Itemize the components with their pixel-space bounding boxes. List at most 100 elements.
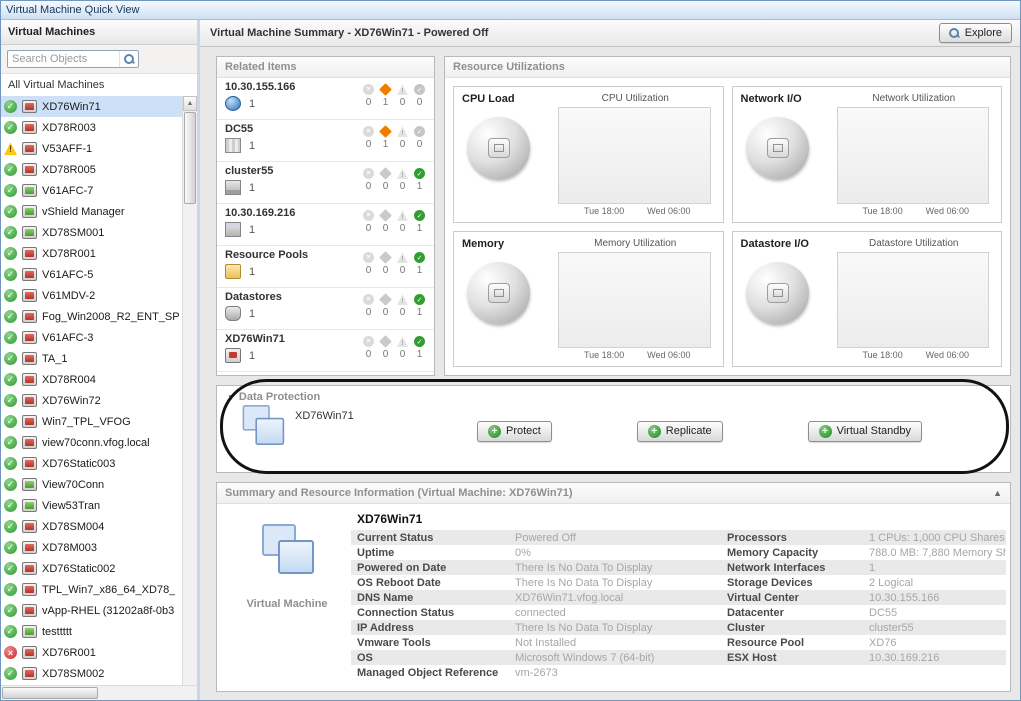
explore-button[interactable]: Explore <box>939 23 1012 43</box>
vm-list-item[interactable]: Win7_TPL_VFOG <box>1 411 182 432</box>
vm-list-item[interactable]: vShield Manager <box>1 201 182 222</box>
chart-plot-area[interactable] <box>837 252 990 349</box>
search-input[interactable] <box>8 53 119 65</box>
vm-list-item[interactable]: XD76Win71 <box>1 96 182 117</box>
related-item[interactable]: cluster55 1 × ! ✓ 0 0 0 1 <box>217 162 434 204</box>
vm-name-label: TPL_Win7_x86_64_XD78_ <box>42 584 175 596</box>
status-normal-icon: ✓ <box>414 252 425 263</box>
protect-button[interactable]: + Protect <box>477 421 552 442</box>
chart-area: Datastore Utilization Tue 18:00 Wed 06:0… <box>835 238 994 361</box>
vm-list-item[interactable]: View53Tran <box>1 495 182 516</box>
scroll-up-icon[interactable]: ▲ <box>183 96 197 111</box>
related-item-count-row: 1 <box>225 222 295 237</box>
related-item-status-grid: × ! ✓ 0 0 0 1 <box>360 335 428 369</box>
horizontal-scrollbar-thumb[interactable] <box>2 687 98 699</box>
virtual-standby-button[interactable]: + Virtual Standby <box>808 421 922 442</box>
resource-utilization-tile: Network I/O Network Utilization Tue 18:0… <box>732 86 1003 223</box>
vm-list-item[interactable]: V53AFF-1 <box>1 138 182 159</box>
vm-list-scrollbar[interactable]: ▲ <box>182 96 197 685</box>
sidebar: Virtual Machines All Virtual Machines XD… <box>1 20 200 700</box>
vm-list-item[interactable]: XD78R004 <box>1 369 182 390</box>
collapse-icon[interactable]: ▲ <box>993 488 1002 498</box>
chart-plot-area[interactable] <box>558 107 711 204</box>
gauge-dial[interactable] <box>747 262 809 324</box>
gauge-label: Datastore I/O <box>741 238 809 250</box>
vm-list-item[interactable]: Fog_Win2008_R2_ENT_SP <box>1 306 182 327</box>
window-titlebar: Virtual Machine Quick View <box>1 1 1020 20</box>
dp-button-label: Replicate <box>666 425 712 437</box>
sidebar-horizontal-scrollbar[interactable] <box>1 685 197 700</box>
status-count: 0 <box>366 97 372 108</box>
vm-list-item[interactable]: vApp-RHEL (31202a8f-0b3 <box>1 600 182 621</box>
gauge-dial[interactable] <box>468 117 530 179</box>
gauge-dial[interactable] <box>468 262 530 324</box>
vm-list-item[interactable]: XD78R003 <box>1 117 182 138</box>
vm-list-item[interactable]: XD76Win72 <box>1 390 182 411</box>
vm-list-item[interactable]: XD78SM002 <box>1 663 182 684</box>
field-label: Current Status <box>357 532 515 544</box>
vm-status-icon <box>4 121 17 134</box>
vm-list-item[interactable]: V61AFC-3 <box>1 327 182 348</box>
status-warning-icon: ! <box>397 84 408 95</box>
vm-status-icon <box>4 289 17 302</box>
vm-icon <box>22 499 37 512</box>
related-item[interactable]: Datastores 1 × ! ✓ 0 0 0 1 <box>217 288 434 330</box>
chart-x-ticks: Tue 18:00 Wed 06:00 <box>835 204 994 216</box>
field-label: Datacenter <box>727 607 869 619</box>
chart-area: Network Utilization Tue 18:00 Wed 06:00 <box>835 93 994 216</box>
vm-list-item[interactable]: view70conn.vfog.local <box>1 432 182 453</box>
vm-list-wrap: XD76Win71 XD78R003 V53AFF-1 XD78R005 V61… <box>1 96 197 685</box>
replicate-button[interactable]: + Replicate <box>637 421 723 442</box>
related-item-count-row: 1 <box>225 306 282 321</box>
explore-icon <box>949 28 960 39</box>
related-item[interactable]: 10.30.169.216 1 × ! ✓ 0 0 0 1 <box>217 204 434 246</box>
vm-list-item[interactable]: XD76Static003 <box>1 453 182 474</box>
related-item-name: Datastores <box>225 291 282 303</box>
vm-list-item[interactable]: XD76R001 <box>1 642 182 663</box>
vm-list-item[interactable]: TA_1 <box>1 348 182 369</box>
status-critical-icon <box>379 293 392 306</box>
vm-icon <box>22 520 37 533</box>
search-box <box>7 50 139 68</box>
vm-list-item[interactable]: TPL_Win7_x86_64_XD78_ <box>1 579 182 600</box>
field-value: 2 Logical <box>869 577 1006 589</box>
related-item-icon <box>225 180 241 195</box>
vm-list-item[interactable]: XD76Static002 <box>1 558 182 579</box>
related-item-status-grid: × ! ✓ 0 0 0 1 <box>360 209 428 243</box>
vm-list-item[interactable]: XD78R001 <box>1 243 182 264</box>
related-item[interactable]: DC55 1 × ! ✓ 0 1 0 0 <box>217 120 434 162</box>
related-item[interactable]: 10.30.155.166 1 × ! ✓ 0 1 0 0 <box>217 78 434 120</box>
vm-list-item[interactable]: View70Conn <box>1 474 182 495</box>
vm-list-item[interactable]: V61AFC-5 <box>1 264 182 285</box>
dp-button-label: Virtual Standby <box>837 425 911 437</box>
status-count: 0 <box>366 181 372 192</box>
vm-name-label: Fog_Win2008_R2_ENT_SP <box>42 311 179 323</box>
vm-list-item[interactable]: XD78R005 <box>1 159 182 180</box>
chart-plot-area[interactable] <box>837 107 990 204</box>
vm-list-item[interactable]: XD78SM004 <box>1 516 182 537</box>
summary-body: Virtual Machine XD76Win71 Current Status… <box>217 504 1010 691</box>
vm-status-icon <box>4 667 17 680</box>
related-item[interactable]: Resource Pools 1 × ! ✓ 0 0 0 1 <box>217 246 434 288</box>
vm-list-item[interactable]: XD78SM001 <box>1 222 182 243</box>
gauge-dial[interactable] <box>747 117 809 179</box>
vm-list-item[interactable]: V61MDV-2 <box>1 285 182 306</box>
scrollbar-thumb[interactable] <box>184 112 196 204</box>
field-value: 10.30.155.166 <box>869 592 1006 604</box>
vm-list-item[interactable]: XD78M003 <box>1 537 182 558</box>
field-label: Powered on Date <box>357 562 515 574</box>
related-item-count: 1 <box>249 224 255 236</box>
data-protection-header[interactable]: ▼ Data Protection <box>227 391 1000 403</box>
all-virtual-machines-link[interactable]: All Virtual Machines <box>1 74 197 96</box>
vm-list-item[interactable]: testtttt <box>1 621 182 642</box>
status-count: 0 <box>383 349 389 360</box>
vm-icon <box>22 604 37 617</box>
related-item[interactable]: XD76Win71 1 × ! ✓ 0 0 0 1 <box>217 330 434 372</box>
chart-plot-area[interactable] <box>558 252 711 349</box>
summary-panel: Summary and Resource Information (Virtua… <box>216 482 1011 692</box>
x-tick: Wed 06:00 <box>926 350 969 360</box>
gauge-glyph-icon <box>494 144 504 152</box>
related-item-count: 1 <box>249 182 255 194</box>
search-icon[interactable] <box>119 51 138 67</box>
vm-list-item[interactable]: V61AFC-7 <box>1 180 182 201</box>
